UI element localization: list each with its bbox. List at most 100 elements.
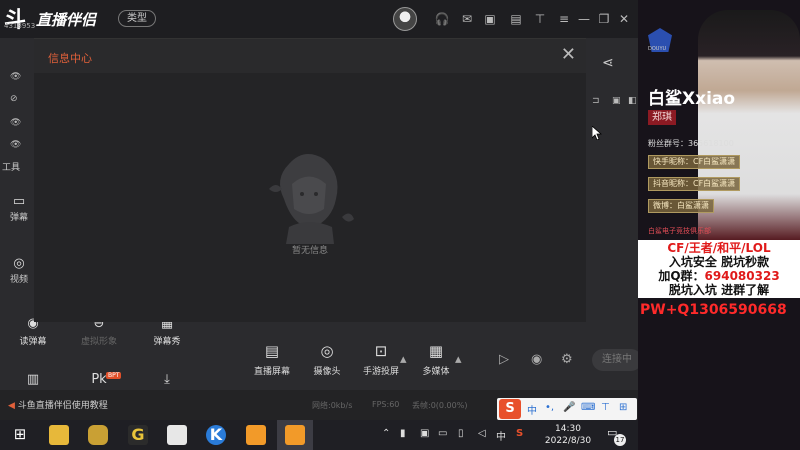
qq-group-number: 694080323 — [704, 269, 780, 283]
streaming-app-window: 斗 4318953 直播伴侣 类型 🎧 ✉ ▣ ▤ ⊤ ≡ — ❐ ✕ 👁 ⊘ … — [0, 0, 642, 420]
menu-icon[interactable]: ≡ — [556, 11, 572, 27]
fps-readout: FPS:60 — [372, 400, 400, 409]
tray-screen-icon[interactable]: ▭ — [438, 428, 447, 439]
ad-line-safe: 入坑安全 脱坑秒款 — [668, 255, 770, 269]
input-language[interactable]: 中 — [496, 428, 506, 443]
hidden-eye-icon[interactable]: ⊘ — [10, 94, 18, 104]
ime-mode[interactable]: 中 — [527, 402, 537, 417]
shirt-icon[interactable]: ⊤ — [532, 11, 548, 27]
windows-start-icon[interactable]: ⊞ — [10, 425, 30, 445]
sidebar-item-label: 弹幕 — [9, 213, 28, 223]
clock-date: 2022/8/30 — [544, 436, 592, 446]
control-label: 摄像头 — [313, 367, 341, 377]
headset-icon[interactable]: 🎧 — [434, 11, 450, 27]
control-label: 手游投屏 — [362, 367, 399, 377]
ad-line-games: CF/王者/和平/LOL — [667, 241, 771, 255]
title-bar: 斗 4318953 直播伴侣 类型 🎧 ✉ ▣ ▤ ⊤ ≡ — ❐ ✕ — [0, 0, 638, 38]
volume-icon[interactable]: ◁ — [478, 428, 486, 439]
fan-group-number: 粉丝群号：365618100 — [648, 139, 734, 148]
screen: 斗 4318953 直播伴侣 类型 🎧 ✉ ▣ ▤ ⊤ ≡ — ❐ ✕ 👁 ⊘ … — [0, 0, 800, 450]
frame-drop-readout: 丢帧:0(0.00%) — [412, 401, 468, 410]
douyu-companion-active-icon[interactable] — [285, 425, 305, 445]
monitor-icon[interactable]: ▣ — [482, 11, 498, 27]
windows-taskbar: ⊞ G K ⌃ ▮ ▣ ▭ ▯ ◁ 中 S 14:30 2022/8/30 ▭ … — [0, 420, 638, 450]
streamer-info-panel: DOUYU 白鲨Xxiao 郑琪 粉丝群号：365618100 快手昵称：CF白… — [638, 0, 800, 450]
sidebar-item-label: 视频 — [9, 275, 28, 285]
pw-contact: PW+Q1306590668 — [640, 302, 787, 318]
team-logo-text: DOUYU — [648, 46, 667, 52]
preview-eye-icon[interactable]: ◉ — [531, 352, 542, 367]
tray-app-icon[interactable]: ▣ — [420, 428, 429, 439]
control-label: 多媒体 — [422, 367, 450, 377]
control-label: 直播屏幕 — [253, 367, 290, 377]
tray-mic-icon[interactable]: ▮ — [400, 428, 406, 439]
record-icon[interactable]: ▷ — [499, 352, 509, 367]
keyboard-icon[interactable]: ⌨ — [581, 402, 595, 413]
download-icon: ⤓ — [164, 372, 170, 387]
empty-illustration-icon — [269, 154, 354, 244]
settings-gear-icon[interactable]: ⚙ — [561, 352, 573, 367]
video-icon: ◎ — [13, 256, 25, 271]
visible-eye-icon[interactable]: 👁 — [10, 118, 21, 128]
tray-expand-icon[interactable]: ⌃ — [382, 428, 390, 439]
pk-badge: BPT — [106, 372, 122, 379]
empty-message-text: 暂无信息 — [291, 246, 328, 256]
tool-pk[interactable]: Pk BPT — [74, 372, 124, 390]
visible-eye-icon[interactable]: 👁 — [10, 140, 21, 150]
ad-banner: CF/王者/和平/LOL 入坑安全 脱坑秒款 加Q群：694080323 脱坑入… — [638, 240, 800, 298]
sidebar-item-danmu[interactable]: ▭ 弹幕 — [4, 194, 34, 223]
tool-tune[interactable]: ▥ — [8, 372, 58, 390]
mouse-cursor-icon — [592, 126, 602, 140]
camera-icon: ◎ — [320, 342, 334, 360]
share-icon[interactable]: ⋖ — [602, 55, 614, 71]
more-icon[interactable]: ◧ — [628, 96, 637, 106]
ad-line-join: 脱坑入坑 进群了解 — [668, 283, 770, 297]
window-app-icon[interactable] — [167, 425, 187, 445]
app-title: 直播伴侣 — [36, 11, 97, 29]
clock-time: 14:30 — [555, 424, 581, 434]
speaker-icon: ◀ — [8, 401, 15, 411]
file-explorer-icon[interactable] — [49, 425, 69, 445]
room-id: 4318953 — [4, 22, 36, 30]
live-screen-button[interactable]: ▤ 直播屏幕 — [242, 342, 302, 377]
type-button[interactable]: 类型 — [118, 10, 156, 27]
camera-button[interactable]: ◎ 摄像头 — [297, 342, 357, 377]
user-avatar[interactable] — [393, 7, 417, 31]
streamer-real-name: 郑琪 — [648, 110, 676, 125]
popout-icon[interactable]: ⊐ — [592, 96, 600, 106]
minimize-icon[interactable]: — — [576, 11, 592, 27]
kuaishou-tag: 快手昵称：CF白鲨潇潇 — [648, 155, 741, 169]
ad-line-qq-group: 加Q群：694080323 — [638, 269, 800, 283]
screenshot-icon[interactable]: ▣ — [612, 96, 621, 106]
start-live-button[interactable]: 连接中 — [592, 349, 642, 371]
chevron-up-icon[interactable]: ▴ — [455, 352, 462, 367]
sogou-icon[interactable]: S — [499, 399, 521, 419]
close-icon[interactable]: ✕ — [561, 44, 576, 65]
punctuation-icon[interactable]: •, — [545, 402, 554, 413]
danmu-icon: ▭ — [12, 194, 26, 209]
box-icon[interactable]: ▤ — [508, 11, 524, 27]
sogou-tray-icon[interactable]: S — [516, 428, 523, 439]
preview-toolbar: ⊐ ▣ ◧ — [588, 96, 638, 112]
douyu-companion-icon[interactable] — [246, 425, 266, 445]
k-app-icon[interactable]: K — [206, 425, 226, 445]
visible-eye-icon[interactable]: 👁 — [10, 72, 21, 82]
system-clock[interactable]: 14:30 2022/8/30 — [540, 423, 596, 447]
microphone-icon[interactable]: 🎤 — [563, 402, 575, 413]
tool-download[interactable]: ⤓ — [142, 372, 192, 390]
close-window-icon[interactable]: ✕ — [616, 11, 632, 27]
screen-icon: ▤ — [264, 342, 280, 360]
qq-group-prefix: 加Q群： — [658, 269, 705, 283]
grid-icon[interactable]: ⊞ — [619, 402, 627, 413]
tutorial-link[interactable]: ◀ 斗鱼直播伴侣使用教程 — [8, 398, 108, 411]
sidebar-item-video[interactable]: ◎ 视频 — [4, 256, 34, 285]
network-icon[interactable]: ▯ — [458, 428, 464, 439]
skin-icon[interactable]: ⊤ — [601, 402, 610, 413]
message-center-dialog: 信息中心 ✕ 暂无信息 — [34, 38, 586, 322]
browser-g-icon[interactable]: G — [128, 425, 148, 445]
mail-icon[interactable]: ✉ — [459, 11, 475, 27]
restore-icon[interactable]: ❐ — [596, 11, 612, 27]
app-owl-icon[interactable] — [88, 425, 108, 445]
tool-label: 读弹幕 — [19, 337, 47, 347]
douyin-tag: 抖音昵称：CF白鲨潇潇 — [648, 177, 741, 191]
